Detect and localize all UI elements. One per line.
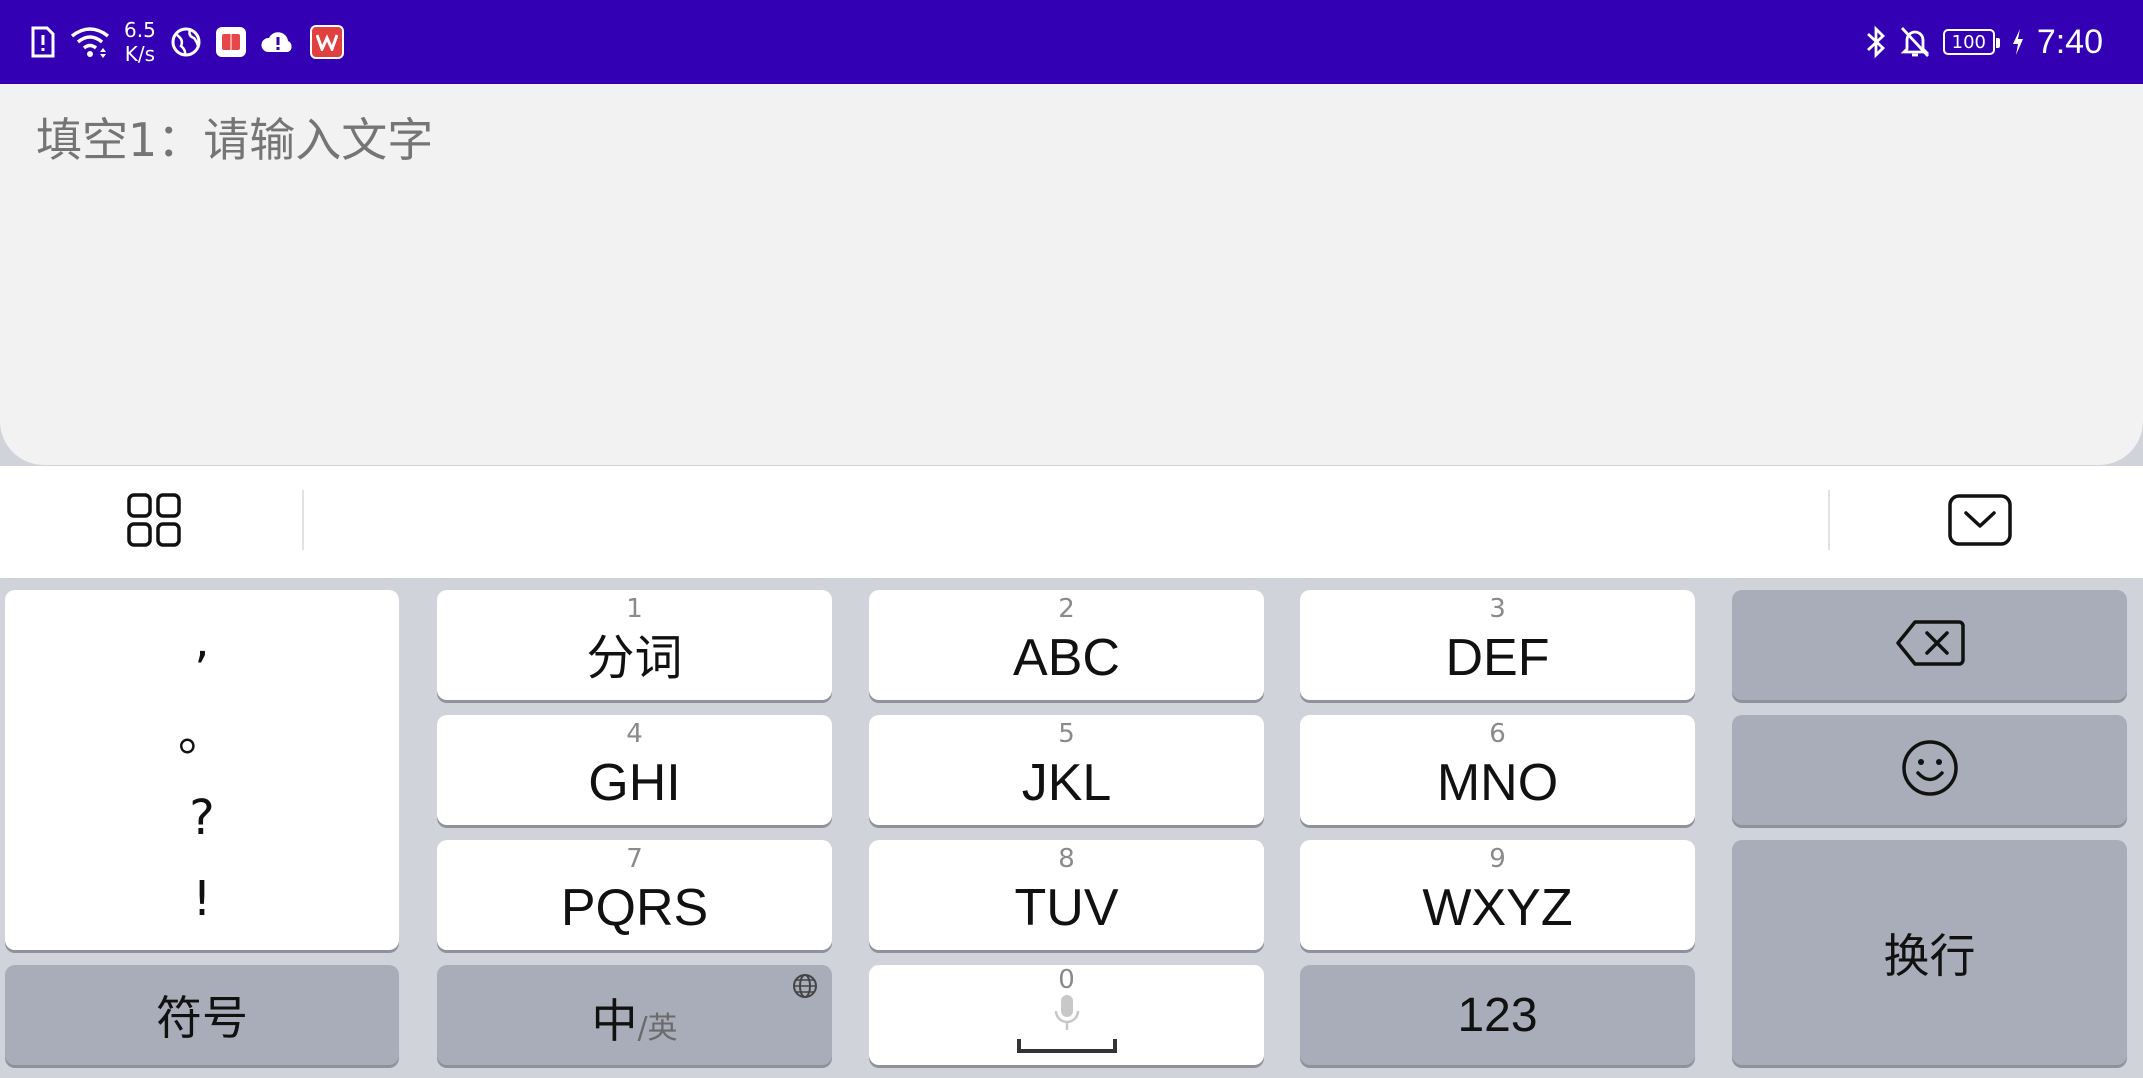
cloud-alert-icon bbox=[260, 28, 296, 56]
speed-unit: K/s bbox=[124, 42, 156, 66]
alert-sim-icon bbox=[30, 26, 56, 58]
status-right: 100 7:40 bbox=[1865, 18, 2103, 66]
punctuation-list[interactable]: , 。 ? ! bbox=[5, 590, 399, 950]
fill-blank-input[interactable] bbox=[34, 112, 1838, 168]
key-number: 3 bbox=[1489, 594, 1506, 624]
grid-menu-button[interactable] bbox=[124, 492, 184, 552]
bluetooth-icon bbox=[1865, 25, 1887, 59]
toolbar-divider-right bbox=[1828, 490, 1830, 550]
space-key[interactable]: 0 bbox=[869, 965, 1264, 1065]
key-5-jkl[interactable]: 5 JKL bbox=[869, 715, 1264, 825]
globe-small-icon bbox=[792, 973, 818, 1003]
punct-question[interactable]: ? bbox=[189, 790, 214, 846]
battery-level: 100 bbox=[1951, 31, 1986, 53]
key-number: 2 bbox=[1058, 594, 1075, 624]
punctuation-items: , 。 ? ! bbox=[5, 590, 399, 950]
key-6-mno[interactable]: 6 MNO bbox=[1300, 715, 1695, 825]
key-label: DEF bbox=[1445, 629, 1550, 687]
key-label: TUV bbox=[1014, 879, 1119, 937]
key-9-wxyz[interactable]: 9 WXYZ bbox=[1300, 840, 1695, 950]
wifi-icon bbox=[70, 26, 110, 58]
punct-exclaim[interactable]: ! bbox=[192, 871, 211, 927]
enter-key[interactable]: 换行 bbox=[1732, 840, 2127, 1065]
key-number: 6 bbox=[1489, 719, 1506, 749]
punct-period[interactable]: 。 bbox=[178, 694, 226, 764]
key-8-tuv[interactable]: 8 TUV bbox=[869, 840, 1264, 950]
enter-key-label: 换行 bbox=[1883, 928, 1976, 983]
key-1-fenci[interactable]: 1 分词 bbox=[437, 590, 832, 700]
battery-icon: 100 bbox=[1942, 29, 2000, 55]
space-key-number: 0 bbox=[1058, 965, 1075, 995]
book-app-icon bbox=[215, 27, 246, 57]
punct-comma[interactable]: , bbox=[194, 613, 209, 669]
clock: 7:40 bbox=[2036, 22, 2103, 61]
bell-muted-icon bbox=[1899, 25, 1931, 59]
wps-app-icon bbox=[309, 25, 344, 59]
emoji-icon bbox=[1900, 738, 1960, 802]
key-number: 4 bbox=[626, 719, 643, 749]
key-label: JKL bbox=[1021, 754, 1112, 812]
key-label: ABC bbox=[1013, 629, 1120, 687]
space-bar-icon bbox=[1017, 1037, 1117, 1059]
key-number: 7 bbox=[626, 844, 643, 874]
number-mode-label: 123 bbox=[1457, 988, 1538, 1042]
charging-icon bbox=[2011, 28, 2025, 56]
key-label: GHI bbox=[588, 754, 681, 812]
symbol-key-label: 符号 bbox=[156, 991, 248, 1045]
backspace-icon bbox=[1895, 618, 1965, 672]
keyboard-toolbar bbox=[0, 466, 2143, 578]
key-3-def[interactable]: 3 DEF bbox=[1300, 590, 1695, 700]
key-2-abc[interactable]: 2 ABC bbox=[869, 590, 1264, 700]
globe-icon bbox=[170, 26, 202, 58]
key-label: 分词 bbox=[586, 632, 683, 685]
lang-key-sub: /英 bbox=[637, 1011, 678, 1046]
symbol-key[interactable]: 符号 bbox=[5, 965, 399, 1065]
key-label: WXYZ bbox=[1422, 879, 1573, 937]
status-bar: 6.5 K/s 100 7:40 bbox=[0, 0, 2143, 84]
key-number: 9 bbox=[1489, 844, 1506, 874]
key-4-ghi[interactable]: 4 GHI bbox=[437, 715, 832, 825]
network-speed: 6.5 K/s bbox=[124, 18, 156, 66]
text-input-area[interactable] bbox=[0, 84, 2143, 465]
backspace-key[interactable] bbox=[1732, 590, 2127, 700]
speed-value: 6.5 bbox=[124, 18, 156, 42]
number-mode-key[interactable]: 123 bbox=[1300, 965, 1695, 1065]
key-number: 8 bbox=[1058, 844, 1075, 874]
key-label: MNO bbox=[1436, 754, 1559, 812]
grid-menu-icon bbox=[126, 492, 182, 552]
lang-key-main: 中 bbox=[591, 994, 638, 1048]
key-number: 5 bbox=[1058, 719, 1075, 749]
key-label: PQRS bbox=[560, 879, 709, 937]
t9-keyboard: , 。 ? ! 1 分词 2 ABC 3 DEF 4 GHI 5 JKL 6 M… bbox=[0, 578, 2143, 1078]
keyboard-hide-icon bbox=[1948, 494, 2012, 550]
language-toggle-key[interactable]: 中/英 bbox=[437, 965, 832, 1065]
toolbar-divider-left bbox=[302, 490, 304, 550]
microphone-icon bbox=[1052, 993, 1082, 1037]
emoji-key[interactable] bbox=[1732, 715, 2127, 825]
key-7-pqrs[interactable]: 7 PQRS bbox=[437, 840, 832, 950]
hide-keyboard-button[interactable] bbox=[1948, 492, 2012, 552]
status-left: 6.5 K/s bbox=[30, 18, 344, 66]
